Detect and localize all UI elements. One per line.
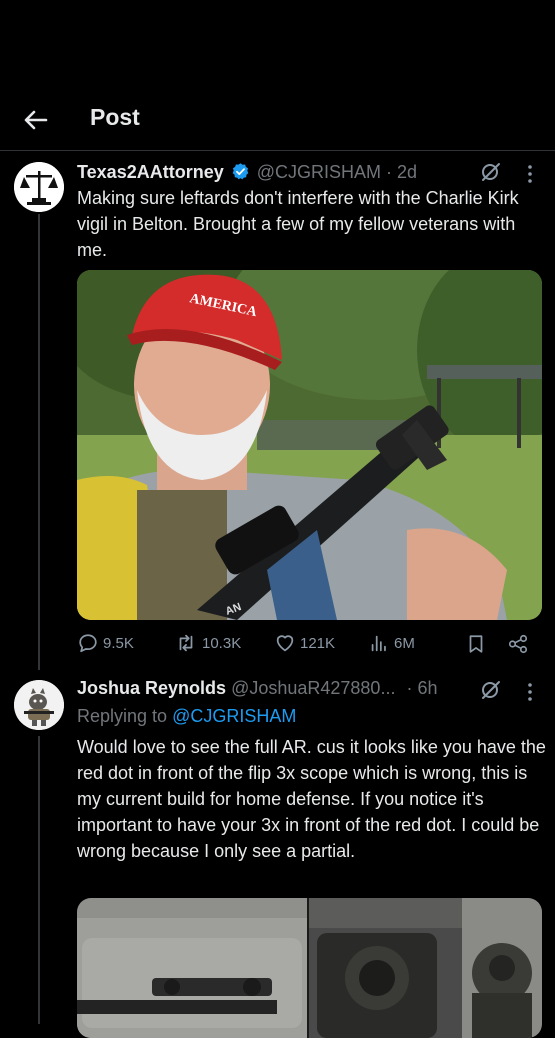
header-divider: [0, 150, 555, 151]
reply-icon: [79, 634, 97, 653]
views-action[interactable]: 6M: [368, 632, 415, 654]
bookmark-icon[interactable]: [465, 633, 487, 655]
like-icon: [276, 635, 294, 652]
reply-avatar[interactable]: [14, 680, 64, 730]
selfie-photo: AMERICA AN: [77, 270, 542, 620]
post-text: Making sure leftards don't interfere wit…: [77, 188, 519, 260]
thread-line: [38, 214, 40, 670]
post-time[interactable]: · 2d: [386, 162, 417, 182]
reply-count: 9.5K: [103, 634, 134, 652]
reply-photos: [77, 898, 542, 1038]
reply-media[interactable]: [77, 898, 542, 1038]
grok-icon[interactable]: [479, 160, 503, 184]
reply-action[interactable]: 9.5K: [77, 632, 134, 654]
display-name[interactable]: Texas2AAttorney: [77, 162, 224, 182]
repost-icon: [179, 634, 193, 652]
verified-badge-icon: [232, 163, 249, 180]
repost-action[interactable]: 10.3K: [174, 632, 241, 654]
reply-user-line: Joshua Reynolds @JoshuaR427880... · 6h: [77, 678, 438, 699]
back-arrow-icon[interactable]: [20, 104, 52, 136]
views-count: 6M: [394, 634, 415, 652]
reply-time[interactable]: · 6h: [406, 678, 437, 698]
replying-to-handle[interactable]: @CJGRISHAM: [172, 706, 296, 726]
post-image[interactable]: AMERICA AN: [77, 270, 542, 620]
handle[interactable]: @CJGRISHAM: [257, 162, 381, 182]
replying-prefix: Replying to: [77, 706, 168, 726]
more-icon[interactable]: [522, 682, 538, 702]
reply-display-name[interactable]: Joshua Reynolds: [77, 678, 226, 698]
reply-text: Would love to see the full AR. cus it lo…: [77, 737, 546, 861]
top-bar: Post: [0, 90, 555, 150]
thread-line-reply: [38, 736, 40, 1024]
more-icon[interactable]: [522, 164, 538, 184]
views-icon: [371, 635, 386, 652]
replying-to-line: Replying to @CJGRISHAM: [77, 706, 296, 727]
like-action[interactable]: 121K: [274, 632, 335, 654]
post-user-line: Texas2AAttorney @CJGRISHAM · 2d: [77, 162, 417, 183]
share-icon[interactable]: [507, 633, 529, 655]
post-actions: 9.5K 10.3K 121K 6M: [77, 632, 542, 658]
like-count: 121K: [300, 634, 336, 652]
scales-logo-icon: [14, 162, 64, 212]
avatar[interactable]: [14, 162, 64, 212]
page-title: Post: [90, 104, 140, 130]
reply-avatar-image: [14, 680, 64, 730]
reply-handle[interactable]: @JoshuaR427880...: [231, 678, 395, 698]
repost-count: 10.3K: [202, 634, 242, 652]
grok-icon[interactable]: [479, 678, 503, 702]
